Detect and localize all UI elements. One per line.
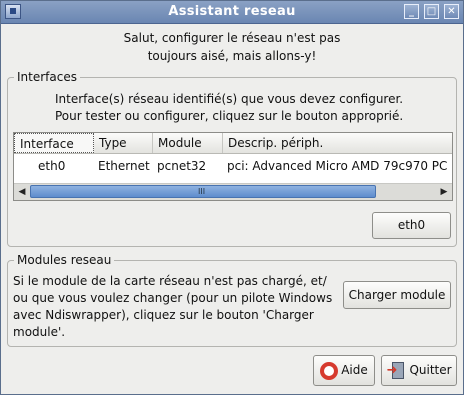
window-title: Assistant reseau <box>168 4 296 19</box>
modules-desc-line-1: Si le module de la carte réseau n'est pa… <box>13 274 327 288</box>
horizontal-scrollbar[interactable]: ◀ III ▶ <box>14 183 452 200</box>
interfaces-table[interactable]: Interface Type Module Descrip. périph. e… <box>13 132 453 201</box>
scroll-left-icon[interactable]: ◀ <box>14 184 30 200</box>
interfaces-desc-line-1: Interface(s) réseau identifié(s) que vou… <box>55 92 404 106</box>
title-bar[interactable]: Assistant reseau _ □ ✕ <box>1 1 463 24</box>
quit-button[interactable]: ➜ Quitter <box>381 355 457 386</box>
minimize-button[interactable]: _ <box>404 4 419 19</box>
interfaces-description: Interface(s) réseau identifié(s) que vou… <box>55 91 403 125</box>
column-header-type[interactable]: Type <box>94 133 153 153</box>
modules-desc-line-3: avec Ndiswrapper), cliquez sur le bouton… <box>13 308 314 322</box>
modules-description: Si le module de la carte réseau n'est pa… <box>13 273 332 341</box>
intro-line-1: Salut, configurer le réseau n'est pas <box>123 31 341 45</box>
cell-module: pcnet32 <box>157 159 207 173</box>
load-module-button[interactable]: Charger module <box>343 281 451 309</box>
lifebuoy-icon <box>320 361 339 380</box>
eth0-button[interactable]: eth0 <box>372 212 451 239</box>
table-header: Interface Type Module Descrip. périph. <box>14 133 452 154</box>
column-header-interface[interactable]: Interface <box>14 133 94 153</box>
scroll-right-icon[interactable]: ▶ <box>436 184 452 200</box>
exit-icon: ➜ <box>386 361 406 381</box>
quit-button-label: Quitter <box>409 363 452 377</box>
cell-description: pci: Advanced Micro AMD 79c970 PC <box>227 159 448 173</box>
intro-line-2: toujours aisé, mais allons-y! <box>147 49 317 63</box>
column-header-module[interactable]: Module <box>153 133 223 153</box>
scrollbar-thumb[interactable]: III <box>30 185 376 198</box>
modules-frame-label: Modules reseau <box>14 252 115 268</box>
help-button-label: Aide <box>341 363 368 377</box>
interfaces-desc-line-2: Pour tester ou configurer, cliquez sur l… <box>55 109 404 123</box>
help-button[interactable]: Aide <box>313 355 375 386</box>
close-button[interactable]: ✕ <box>444 4 459 19</box>
modules-desc-line-2: ou que vous voulez changer (pour un pilo… <box>13 291 333 305</box>
modules-desc-line-4: module'. <box>13 325 66 339</box>
column-header-description[interactable]: Descrip. périph. <box>223 133 452 153</box>
maximize-button[interactable]: □ <box>424 4 439 19</box>
assistant-reseau-window: Assistant reseau _ □ ✕ Salut, configurer… <box>0 0 464 395</box>
intro-text: Salut, configurer le réseau n'est pas to… <box>1 29 463 65</box>
scroll-grip-icon: III <box>198 187 206 196</box>
cell-interface: eth0 <box>38 159 66 173</box>
cell-type: Ethernet <box>98 159 150 173</box>
interfaces-frame-label: Interfaces <box>14 69 80 85</box>
